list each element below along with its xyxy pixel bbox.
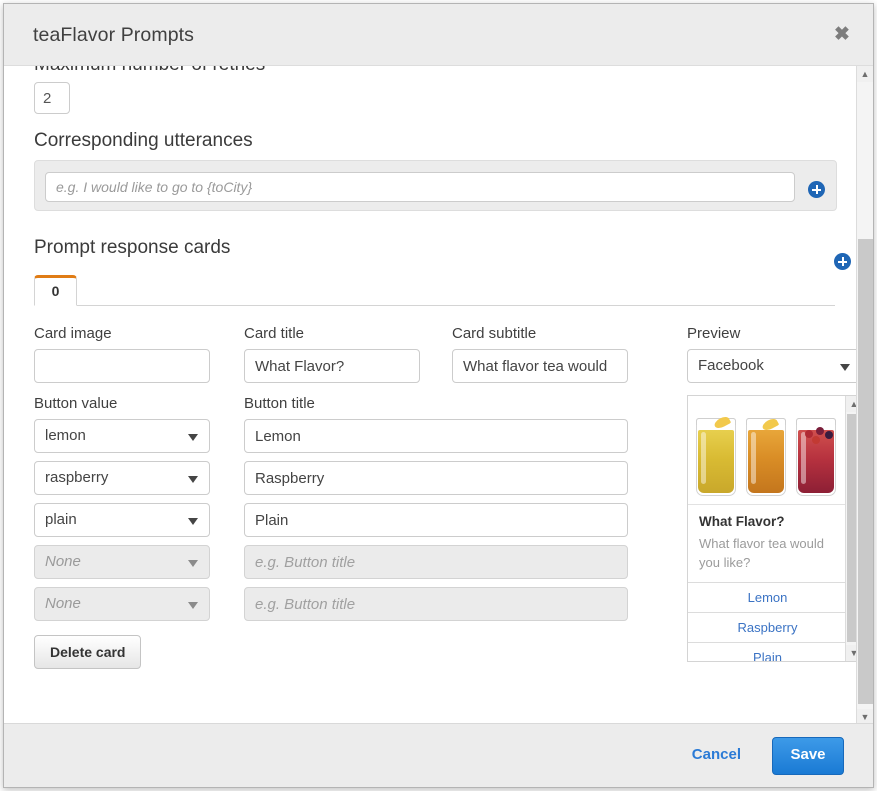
- card-title-input[interactable]: [244, 349, 420, 383]
- save-button[interactable]: Save: [772, 737, 844, 775]
- button-value-column: Button value lemon raspberry plain: [34, 395, 210, 629]
- button-title-input-0[interactable]: [244, 419, 628, 453]
- button-value-text-3: None: [34, 545, 210, 579]
- facebook-card-preview: What Flavor? What flavor tea would you l…: [688, 396, 847, 661]
- preview-card-text: What Flavor? What flavor tea would you l…: [688, 504, 847, 582]
- card-subtitle-input[interactable]: [452, 349, 628, 383]
- berry-icon: [812, 436, 820, 444]
- button-value-select-2[interactable]: plain: [34, 503, 210, 537]
- iced-tea-glass-icon: [696, 418, 736, 496]
- button-title-input-2[interactable]: [244, 503, 628, 537]
- button-value-label: Button value: [34, 395, 210, 412]
- max-retries-label: Maximum number of retries: [34, 66, 855, 76]
- preview-button-2[interactable]: Plain: [688, 642, 847, 661]
- button-value-text-2: plain: [34, 503, 210, 537]
- preview-button-1[interactable]: Raspberry: [688, 612, 847, 642]
- dialog-footer: Cancel Save: [4, 723, 873, 787]
- preview-box: What Flavor? What flavor tea would you l…: [687, 395, 863, 662]
- card-image-input[interactable]: [34, 349, 210, 383]
- utterance-input[interactable]: [45, 172, 795, 202]
- prompt-response-cards-label: Prompt response cards: [34, 237, 855, 259]
- dialog-scrollbar[interactable]: ▲ ▼: [856, 66, 873, 725]
- preview-card-subtitle: What flavor tea would you like?: [699, 534, 836, 572]
- corresponding-utterances-label: Corresponding utterances: [34, 130, 855, 152]
- preview-button-0[interactable]: Lemon: [688, 582, 847, 612]
- dialog-title: teaFlavor Prompts: [33, 24, 194, 47]
- button-value-text-4: None: [34, 587, 210, 621]
- button-title-input-3[interactable]: [244, 545, 628, 579]
- berry-icon: [816, 427, 824, 435]
- button-value-text-1: raspberry: [34, 461, 210, 495]
- add-utterance-icon[interactable]: [808, 181, 825, 198]
- prompts-dialog: teaFlavor Prompts ✖ Maximum number of re…: [3, 3, 874, 788]
- preview-column: Preview Facebook: [687, 325, 865, 662]
- preview-channel-text: Facebook: [688, 350, 862, 382]
- scroll-up-icon[interactable]: ▲: [857, 66, 873, 82]
- card-tabs: 0: [34, 275, 835, 306]
- button-value-text-0: lemon: [34, 419, 210, 453]
- card-subtitle-label: Card subtitle: [452, 325, 628, 342]
- preview-channel-select[interactable]: Facebook: [687, 349, 863, 383]
- tab-card-0[interactable]: 0: [34, 275, 77, 306]
- card-title-label: Card title: [244, 325, 420, 342]
- card-title-field: Card title: [244, 325, 420, 383]
- close-icon[interactable]: ✖: [830, 23, 854, 47]
- button-value-select-3[interactable]: None: [34, 545, 210, 579]
- button-value-select-0[interactable]: lemon: [34, 419, 210, 453]
- delete-card-button[interactable]: Delete card: [34, 635, 141, 669]
- preview-card-image: [688, 396, 847, 504]
- max-retries-input[interactable]: [34, 82, 70, 114]
- button-title-column: Button title: [244, 395, 628, 629]
- card-image-field: Card image: [34, 325, 210, 383]
- add-card-icon[interactable]: [834, 253, 851, 270]
- button-value-select-4[interactable]: None: [34, 587, 210, 621]
- button-title-input-1[interactable]: [244, 461, 628, 495]
- button-title-input-4[interactable]: [244, 587, 628, 621]
- utterance-panel: [34, 160, 837, 211]
- card-image-label: Card image: [34, 325, 210, 342]
- dialog-header: teaFlavor Prompts ✖: [4, 4, 873, 66]
- preview-label: Preview: [687, 325, 865, 342]
- dialog-scrollbar-thumb[interactable]: [858, 239, 873, 704]
- cancel-button[interactable]: Cancel: [692, 746, 741, 763]
- preview-scrollport: What Flavor? What flavor tea would you l…: [688, 396, 847, 661]
- button-value-select-1[interactable]: raspberry: [34, 461, 210, 495]
- preview-card-title: What Flavor?: [699, 514, 836, 529]
- card-editor: Card image Card title Card subtitle Butt…: [34, 325, 855, 655]
- berry-icon: [825, 431, 833, 439]
- dialog-body: Maximum number of retries Corresponding …: [4, 66, 873, 725]
- button-title-label: Button title: [244, 395, 628, 412]
- card-subtitle-field: Card subtitle: [452, 325, 628, 383]
